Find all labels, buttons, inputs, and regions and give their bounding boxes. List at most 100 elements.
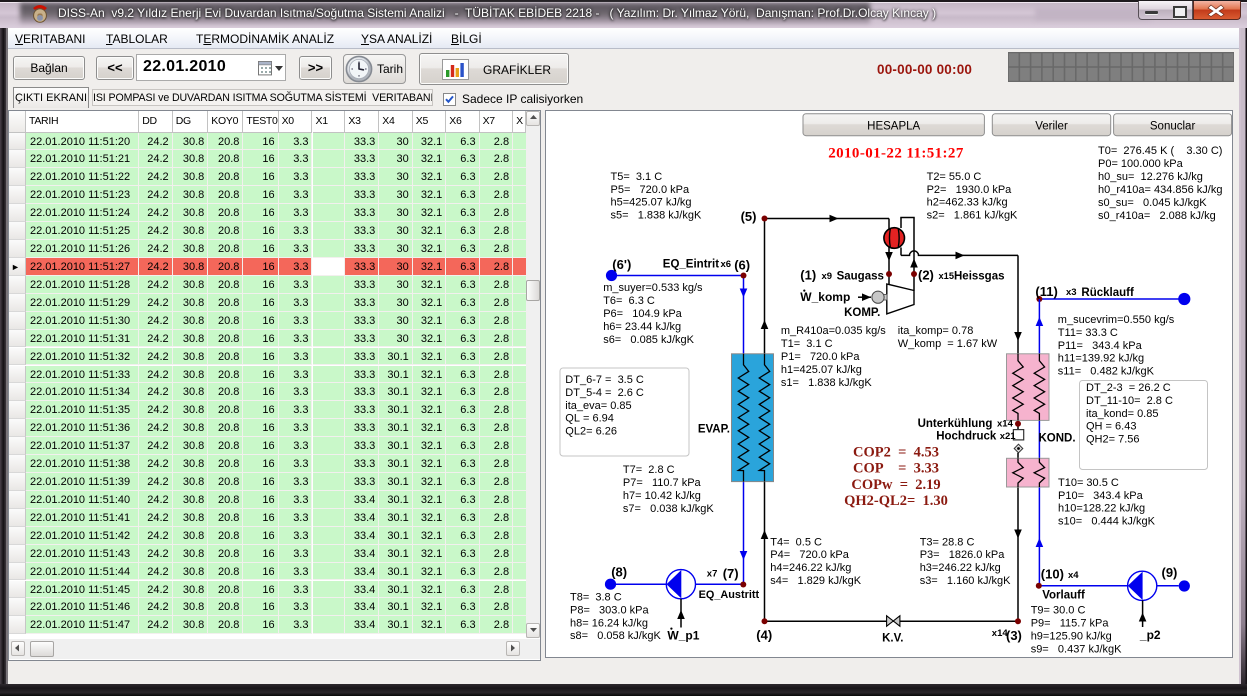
svg-text:DT_5-4 = 2.6 C: DT_5-4 = 2.6 C	[565, 387, 644, 399]
svg-text:Hochdruck: Hochdruck	[936, 431, 997, 443]
svg-text:T5= 3.1 C: T5= 3.1 C	[611, 171, 663, 183]
svg-text:DT_2-3 = 26.2 C: DT_2-3 = 26.2 C	[1086, 382, 1171, 394]
svg-text:m_suyer=0.533 kg/s: m_suyer=0.533 kg/s	[603, 282, 703, 294]
svg-text:h9=125.90 kJ/kg: h9=125.90 kJ/kg	[1031, 631, 1112, 643]
svg-text:h11=139.92 kJ/kg: h11=139.92 kJ/kg	[1058, 353, 1144, 365]
svg-text:_p2: _p2	[1139, 628, 1161, 642]
svg-text:x9: x9	[822, 271, 833, 282]
svg-text:P3= 1826.0 kPa: P3= 1826.0 kPa	[920, 549, 1006, 561]
svg-text:T6= 6.3 C: T6= 6.3 C	[603, 295, 655, 307]
svg-text:T8= 3.8 C: T8= 3.8 C	[570, 591, 622, 603]
svg-text:Veriler: Veriler	[1035, 121, 1068, 133]
svg-text:QL = 6.94: QL = 6.94	[565, 413, 614, 425]
svg-text:EQ_Austritt: EQ_Austritt	[699, 589, 760, 601]
svg-text:P0= 100.000 kPa: P0= 100.000 kPa	[1098, 158, 1184, 170]
svg-text:Vorlauff: Vorlauff	[1042, 589, 1085, 601]
svg-text:Unterkühlung: Unterkühlung	[918, 418, 993, 430]
svg-text:s11= 0.482 kJ/kgK: s11= 0.482 kJ/kgK	[1058, 366, 1155, 378]
svg-text:(1): (1)	[800, 268, 816, 283]
svg-text:(7): (7)	[723, 566, 739, 581]
svg-text:h5=425.07 kJ/kg: h5=425.07 kJ/kg	[611, 197, 692, 209]
svg-text:(6): (6)	[734, 258, 750, 273]
svg-text:T10= 30.5 C: T10= 30.5 C	[1058, 477, 1119, 489]
svg-text:KOMP.: KOMP.	[844, 307, 880, 319]
svg-text:(2): (2)	[918, 268, 934, 283]
svg-text:x3: x3	[1066, 287, 1077, 298]
svg-text:(4): (4)	[756, 627, 772, 642]
svg-text:T1= 3.1 C: T1= 3.1 C	[781, 338, 833, 350]
svg-text:h2=462.33 kJ/kg: h2=462.33 kJ/kg	[927, 197, 1008, 209]
svg-text:P7= 110.7 kPa: P7= 110.7 kPa	[623, 477, 702, 489]
svg-text:ita_kond= 0.85: ita_kond= 0.85	[1086, 408, 1158, 420]
svg-text:s4= 1.829 kJ/kgK: s4= 1.829 kJ/kgK	[770, 575, 861, 587]
svg-text:K.V.: K.V.	[882, 633, 903, 645]
svg-text:QH2= 7.56: QH2= 7.56	[1086, 434, 1140, 446]
svg-text:s10= 0.444 kJ/kgK: s10= 0.444 kJ/kgK	[1058, 516, 1156, 528]
svg-text:ita_eva= 0.85: ita_eva= 0.85	[565, 400, 631, 412]
svg-text:T9= 30.0 C: T9= 30.0 C	[1031, 605, 1086, 617]
svg-text:s0_su= 0.045 kJ/kgK: s0_su= 0.045 kJ/kgK	[1098, 197, 1207, 209]
svg-text:h6= 23.44 kJ/kg: h6= 23.44 kJ/kg	[603, 321, 681, 333]
svg-text:W_komp = 1.67 kW: W_komp = 1.67 kW	[898, 338, 998, 350]
svg-text:P10= 343.4 kPa: P10= 343.4 kPa	[1058, 490, 1144, 502]
svg-text:T3= 28.8 C: T3= 28.8 C	[920, 536, 975, 548]
svg-text:s9= 0.437 kJ/kgK: s9= 0.437 kJ/kgK	[1031, 644, 1122, 656]
svg-text:s5= 1.838 kJ/kgK: s5= 1.838 kJ/kgK	[611, 210, 702, 222]
svg-text:COPw = 2.19: COPw = 2.19	[851, 477, 940, 493]
svg-text:(8): (8)	[611, 565, 627, 580]
svg-text:x14: x14	[997, 419, 1014, 430]
svg-text:(10): (10)	[1041, 567, 1064, 582]
svg-text:(6'): (6')	[612, 257, 631, 272]
svg-text:x6: x6	[721, 259, 732, 270]
svg-text:Heissgas: Heissgas	[954, 271, 1005, 283]
svg-text:2010-01-22 11:51:27: 2010-01-22 11:51:27	[828, 146, 964, 162]
svg-text:x4: x4	[1068, 570, 1079, 581]
svg-text:P5= 720.0 kPa: P5= 720.0 kPa	[611, 184, 690, 196]
svg-text:h4=246.22 kJ/kg: h4=246.22 kJ/kg	[770, 562, 851, 574]
svg-text:ita_komp= 0.78: ita_komp= 0.78	[898, 325, 974, 337]
svg-text:m_R410a=0.035 kg/s: m_R410a=0.035 kg/s	[781, 325, 886, 337]
svg-text:HESAPLA: HESAPLA	[867, 121, 920, 133]
svg-text:h0_r410a= 434.856 kJ/kg: h0_r410a= 434.856 kJ/kg	[1098, 184, 1222, 196]
svg-text:QH2-QL2= 1.30: QH2-QL2= 1.30	[844, 493, 948, 509]
svg-text:(11): (11)	[1035, 284, 1057, 299]
svg-text:h7= 10.42 kJ/kg: h7= 10.42 kJ/kg	[623, 490, 701, 502]
svg-text:T2= 55.0 C: T2= 55.0 C	[927, 171, 982, 183]
svg-text:x21: x21	[1000, 431, 1017, 442]
svg-text:s1= 1.838 kJ/kgK: s1= 1.838 kJ/kgK	[781, 377, 872, 389]
svg-text:KOND.: KOND.	[1039, 433, 1076, 445]
svg-text:T11= 33.3 C: T11= 33.3 C	[1058, 327, 1118, 339]
svg-text:h8= 16.24 kJ/kg: h8= 16.24 kJ/kg	[570, 617, 648, 629]
svg-text:(9): (9)	[1162, 565, 1178, 580]
svg-text:COP2 = 4.53: COP2 = 4.53	[853, 444, 939, 460]
svg-text:P2= 1930.0 kPa: P2= 1930.0 kPa	[927, 184, 1013, 196]
svg-text:Rücklauff: Rücklauff	[1081, 287, 1134, 299]
svg-text:P4= 720.0 kPa: P4= 720.0 kPa	[770, 549, 849, 561]
svg-text:x15: x15	[939, 271, 955, 281]
svg-text:P1= 720.0 kPa: P1= 720.0 kPa	[781, 351, 860, 363]
svg-text:Sonuclar: Sonuclar	[1150, 121, 1196, 133]
svg-text:P9= 115.7 kPa: P9= 115.7 kPa	[1031, 618, 1110, 630]
svg-text:s2= 1.861 kJ/kgK: s2= 1.861 kJ/kgK	[927, 210, 1018, 222]
svg-text:COP = 3.33: COP = 3.33	[853, 461, 939, 477]
svg-text:W_p1: W_p1	[667, 628, 699, 642]
svg-text:QH = 6.43: QH = 6.43	[1086, 421, 1136, 433]
svg-text:s0_r410a= 2.088 kJ/kg: s0_r410a= 2.088 kJ/kg	[1098, 210, 1216, 222]
svg-text:x7: x7	[707, 569, 718, 580]
svg-text:s7= 0.038 kJ/kgK: s7= 0.038 kJ/kgK	[623, 503, 714, 515]
svg-text:QL2= 6.26: QL2= 6.26	[565, 425, 617, 437]
svg-text:DT_11-10= 2.8 C: DT_11-10= 2.8 C	[1086, 395, 1173, 407]
svg-text:P11= 343.4 kPa: P11= 343.4 kPa	[1058, 340, 1143, 352]
svg-text:T7= 2.8 C: T7= 2.8 C	[623, 464, 675, 476]
svg-text:m_sucevrim=0.550 kg/s: m_sucevrim=0.550 kg/s	[1058, 314, 1175, 326]
svg-text:h3=246.22 kJ/kg: h3=246.22 kJ/kg	[920, 562, 1001, 574]
svg-text:W_komp: W_komp	[800, 290, 850, 304]
svg-text:T4= 0.5 C: T4= 0.5 C	[770, 536, 822, 548]
svg-text:(5): (5)	[741, 209, 757, 224]
svg-text:h10=128.22 kJ/kg: h10=128.22 kJ/kg	[1058, 503, 1145, 515]
svg-text:s8= 0.058 kJ/kgK: s8= 0.058 kJ/kgK	[570, 630, 661, 642]
svg-text:P6= 104.9 kPa: P6= 104.9 kPa	[603, 308, 682, 320]
svg-text:EQ_Eintrit: EQ_Eintrit	[663, 258, 719, 270]
svg-text:h0_su= 12.276 kJ/kg: h0_su= 12.276 kJ/kg	[1098, 171, 1203, 183]
svg-text:EVAP.: EVAP.	[698, 424, 730, 436]
